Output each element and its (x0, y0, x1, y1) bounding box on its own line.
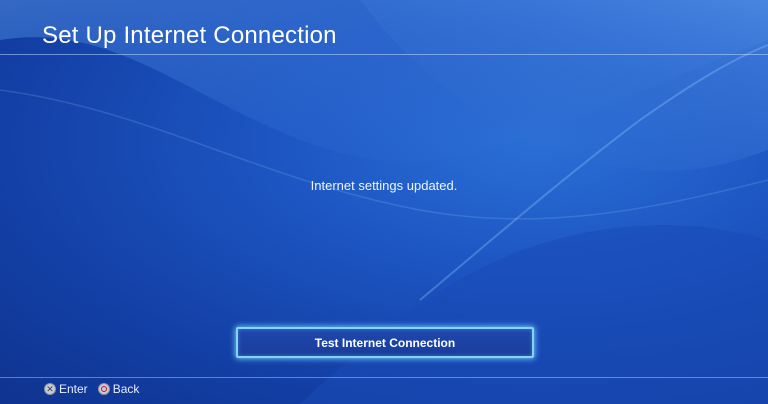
back-hint[interactable]: Back (97, 382, 140, 396)
circle-button-icon (97, 383, 110, 395)
button-hints: ✕ Enter Back (44, 381, 149, 397)
test-internet-connection-button[interactable]: Test Internet Connection (236, 327, 534, 358)
header-divider (0, 54, 768, 55)
enter-hint-label: Enter (59, 382, 88, 396)
status-message: Internet settings updated. (310, 178, 458, 193)
back-hint-label: Back (112, 382, 140, 396)
footer-divider (0, 377, 768, 378)
enter-hint[interactable]: ✕ Enter (44, 382, 88, 396)
cross-button-icon: ✕ (44, 383, 56, 395)
page-title: Set Up Internet Connection (42, 22, 337, 49)
